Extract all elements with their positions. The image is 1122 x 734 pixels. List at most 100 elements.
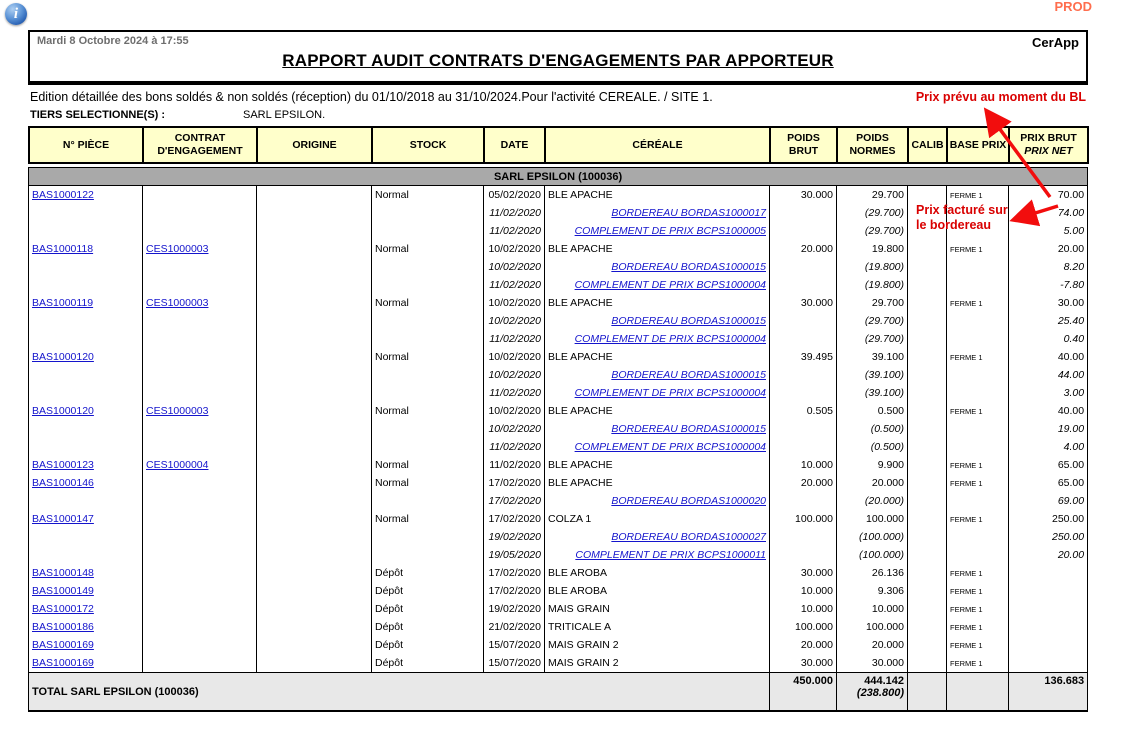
cell-document-link[interactable]: BORDEREAU BORDAS1000015	[611, 369, 766, 381]
column-header: POIDSNORMES	[837, 127, 908, 163]
cell-piece-link[interactable]: BAS1000169	[32, 639, 94, 651]
cell-document-link[interactable]: COMPLEMENT DE PRIX BCPS1000004	[575, 333, 766, 345]
cell-poids-brut: 30.000	[770, 294, 837, 312]
column-header: CONTRATD'ENGAGEMENT	[143, 127, 257, 163]
cell-cereale: BLE AROBA	[545, 564, 770, 582]
cell-document-link[interactable]: BORDEREAU BORDAS1000027	[611, 531, 766, 543]
cell-contract: CES1000003	[143, 240, 257, 258]
cell-piece-link[interactable]: BAS1000120	[32, 351, 94, 363]
cell-cereale: BLE APACHE	[545, 240, 770, 258]
cell-date: 21/02/2020	[484, 618, 545, 636]
cell-origine	[257, 330, 372, 348]
cell-date: 15/07/2020	[484, 654, 545, 673]
cell-piece	[29, 258, 143, 276]
cell-document: COMPLEMENT DE PRIX BCPS1000011	[545, 546, 770, 564]
cell-origine	[257, 366, 372, 384]
cell-document: BORDEREAU BORDAS1000015	[545, 420, 770, 438]
cell-base-prix: FERME 1	[947, 294, 1009, 312]
cell-piece	[29, 204, 143, 222]
cell-contract	[143, 582, 257, 600]
cell-stock	[372, 438, 484, 456]
column-header: ORIGINE	[257, 127, 372, 163]
cell-origine	[257, 438, 372, 456]
cell-poids-normes: 0.500	[837, 402, 908, 420]
cell-contract-link[interactable]: CES1000003	[146, 243, 208, 255]
cell-document-link[interactable]: COMPLEMENT DE PRIX BCPS1000011	[575, 549, 766, 561]
cell-base-prix: FERME 1	[947, 240, 1009, 258]
cell-base-prix: FERME 1	[947, 654, 1009, 673]
cell-prix: 40.00	[1009, 402, 1088, 420]
cell-contract	[143, 312, 257, 330]
cell-piece: BAS1000120	[29, 348, 143, 366]
cell-piece-link[interactable]: BAS1000122	[32, 189, 94, 201]
info-icon[interactable]: i	[5, 3, 27, 25]
cell-calib	[908, 438, 947, 456]
cell-stock	[372, 330, 484, 348]
cell-document-link[interactable]: COMPLEMENT DE PRIX BCPS1000005	[575, 225, 766, 237]
base-prix-value: FERME 1	[950, 641, 983, 650]
cell-piece-link[interactable]: BAS1000149	[32, 585, 94, 597]
cell-document: COMPLEMENT DE PRIX BCPS1000004	[545, 276, 770, 294]
cell-contract-link[interactable]: CES1000004	[146, 459, 208, 471]
cell-poids-normes: (29.700)	[837, 312, 908, 330]
cell-stock: Dépôt	[372, 654, 484, 673]
cell-poids-normes: 30.000	[837, 654, 908, 673]
header-row: N° PIÈCECONTRATD'ENGAGEMENTORIGINESTOCKD…	[29, 127, 1088, 163]
cell-piece-link[interactable]: BAS1000119	[32, 297, 93, 309]
cell-document: COMPLEMENT DE PRIX BCPS1000004	[545, 384, 770, 402]
cell-contract-link[interactable]: CES1000003	[146, 405, 208, 417]
cell-calib	[908, 420, 947, 438]
cell-contract-link[interactable]: CES1000003	[146, 297, 208, 309]
cell-document-link[interactable]: COMPLEMENT DE PRIX BCPS1000004	[575, 279, 766, 291]
cell-document: COMPLEMENT DE PRIX BCPS1000005	[545, 222, 770, 240]
table-row: BAS1000123CES1000004Normal11/02/2020BLE …	[29, 456, 1088, 474]
cell-calib	[908, 510, 947, 528]
cell-piece-link[interactable]: BAS1000123	[32, 459, 94, 471]
cell-document-link[interactable]: BORDEREAU BORDAS1000015	[611, 315, 766, 327]
cell-poids-brut	[770, 312, 837, 330]
annotation-line2: le bordereau	[916, 218, 1008, 233]
base-prix-value: FERME 1	[950, 479, 983, 488]
cell-document-link[interactable]: BORDEREAU BORDAS1000015	[611, 261, 766, 273]
cell-piece	[29, 420, 143, 438]
cell-piece-link[interactable]: BAS1000118	[32, 243, 93, 255]
cell-piece-link[interactable]: BAS1000169	[32, 657, 94, 669]
cell-cereale: BLE APACHE	[545, 186, 770, 205]
cell-origine	[257, 654, 372, 673]
cell-date: 10/02/2020	[484, 258, 545, 276]
cell-base-prix	[947, 276, 1009, 294]
cell-calib	[908, 474, 947, 492]
cell-poids-normes: 20.000	[837, 474, 908, 492]
cell-poids-normes: 100.000	[837, 618, 908, 636]
cell-poids-normes: (29.700)	[837, 222, 908, 240]
table-row: BAS1000148Dépôt17/02/2020BLE AROBA30.000…	[29, 564, 1088, 582]
cell-date: 11/02/2020	[484, 276, 545, 294]
cell-piece-link[interactable]: BAS1000147	[32, 513, 94, 525]
cell-poids-brut: 0.505	[770, 402, 837, 420]
cell-calib	[908, 456, 947, 474]
base-prix-value: FERME 1	[950, 191, 983, 200]
cell-contract	[143, 636, 257, 654]
cell-document-link[interactable]: BORDEREAU BORDAS1000017	[611, 207, 766, 219]
cell-document-link[interactable]: COMPLEMENT DE PRIX BCPS1000004	[575, 387, 766, 399]
cell-contract	[143, 474, 257, 492]
cell-poids-normes: 19.800	[837, 240, 908, 258]
cell-document-link[interactable]: BORDEREAU BORDAS1000020	[611, 495, 766, 507]
cell-piece: BAS1000118	[29, 240, 143, 258]
cell-piece-link[interactable]: BAS1000120	[32, 405, 94, 417]
cell-contract	[143, 204, 257, 222]
cell-calib	[908, 528, 947, 546]
cell-document-link[interactable]: BORDEREAU BORDAS1000015	[611, 423, 766, 435]
cell-piece-link[interactable]: BAS1000146	[32, 477, 94, 489]
title-box: Mardi 8 Octobre 2024 à 17:55 CerApp RAPP…	[28, 30, 1088, 85]
cell-piece: BAS1000123	[29, 456, 143, 474]
cell-piece-link[interactable]: BAS1000186	[32, 621, 94, 633]
cell-document-link[interactable]: COMPLEMENT DE PRIX BCPS1000004	[575, 441, 766, 453]
table-row: BAS1000149Dépôt17/02/2020BLE AROBA10.000…	[29, 582, 1088, 600]
table-row: BAS1000120CES1000003Normal10/02/2020BLE …	[29, 402, 1088, 420]
cell-contract: CES1000004	[143, 456, 257, 474]
cell-piece-link[interactable]: BAS1000172	[32, 603, 94, 615]
cell-calib	[908, 312, 947, 330]
cell-piece-link[interactable]: BAS1000148	[32, 567, 94, 579]
cell-stock: Dépôt	[372, 564, 484, 582]
